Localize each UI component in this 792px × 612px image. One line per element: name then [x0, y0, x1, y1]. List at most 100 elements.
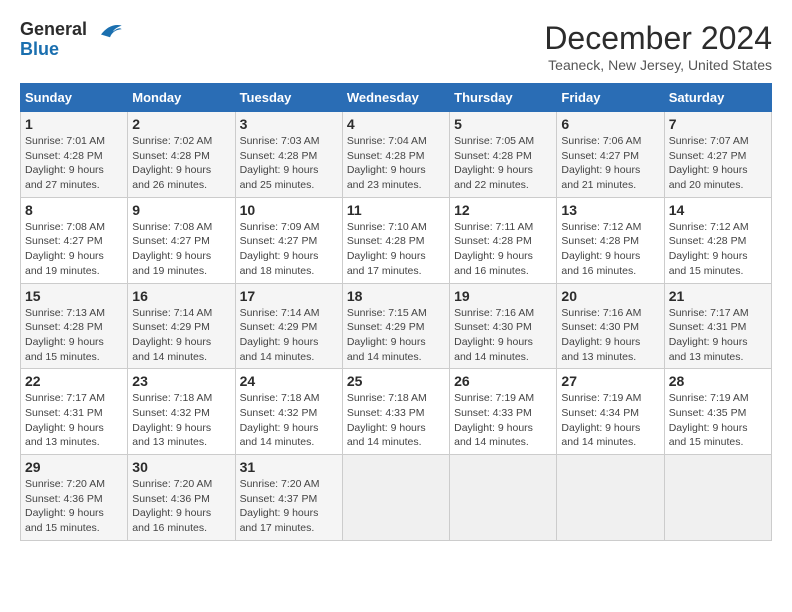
day-cell: [342, 455, 449, 541]
header-cell-saturday: Saturday: [664, 84, 771, 112]
day-number: 2: [132, 116, 230, 132]
logo: General Blue: [20, 20, 124, 60]
day-cell: 25Sunrise: 7:18 AM Sunset: 4:33 PM Dayli…: [342, 369, 449, 455]
day-cell: [557, 455, 664, 541]
month-title: December 2024: [544, 20, 772, 57]
day-cell: 2 Sunrise: 7:02 AM Sunset: 4:28 PM Daylig…: [128, 112, 235, 198]
week-row-4: 22Sunrise: 7:17 AM Sunset: 4:31 PM Dayli…: [21, 369, 772, 455]
day-info: Sunrise: 7:10 AM Sunset: 4:28 PM Dayligh…: [347, 220, 445, 279]
day-number: 28: [669, 373, 767, 389]
day-cell: 18 Sunrise: 7:15 AM Sunset: 4:29 PM Dayli…: [342, 283, 449, 369]
day-info: Sunrise: 7:12 AM Sunset: 4:28 PM Dayligh…: [561, 220, 659, 279]
day-cell: 29 Sunrise: 7:20 AM Sunset: 4:36 PM Dayli…: [21, 455, 128, 541]
day-number: 16: [132, 288, 230, 304]
day-number: 4: [347, 116, 445, 132]
day-cell: 20Sunrise: 7:16 AM Sunset: 4:30 PM Dayli…: [557, 283, 664, 369]
day-info: Sunrise: 7:19 AM Sunset: 4:33 PM Dayligh…: [454, 391, 552, 450]
day-info: Sunrise: 7:20 AM Sunset: 4:36 PM Dayligh…: [132, 477, 230, 536]
day-cell: 22Sunrise: 7:17 AM Sunset: 4:31 PM Dayli…: [21, 369, 128, 455]
day-number: 19: [454, 288, 552, 304]
day-cell: 11 Sunrise: 7:10 AM Sunset: 4:28 PM Dayli…: [342, 197, 449, 283]
day-cell: [664, 455, 771, 541]
day-number: 30: [132, 459, 230, 475]
week-row-2: 8 Sunrise: 7:08 AM Sunset: 4:27 PM Daylig…: [21, 197, 772, 283]
day-cell: 12Sunrise: 7:11 AM Sunset: 4:28 PM Dayli…: [450, 197, 557, 283]
day-info: Sunrise: 7:06 AM Sunset: 4:27 PM Dayligh…: [561, 134, 659, 193]
day-cell: 26Sunrise: 7:19 AM Sunset: 4:33 PM Dayli…: [450, 369, 557, 455]
calendar-table: SundayMondayTuesdayWednesdayThursdayFrid…: [20, 83, 772, 541]
day-info: Sunrise: 7:13 AM Sunset: 4:28 PM Dayligh…: [25, 306, 123, 365]
day-cell: 14Sunrise: 7:12 AM Sunset: 4:28 PM Dayli…: [664, 197, 771, 283]
day-info: Sunrise: 7:08 AM Sunset: 4:27 PM Dayligh…: [25, 220, 123, 279]
week-row-3: 15 Sunrise: 7:13 AM Sunset: 4:28 PM Dayli…: [21, 283, 772, 369]
day-cell: 6 Sunrise: 7:06 AM Sunset: 4:27 PM Daylig…: [557, 112, 664, 198]
day-info: Sunrise: 7:19 AM Sunset: 4:35 PM Dayligh…: [669, 391, 767, 450]
day-cell: 16Sunrise: 7:14 AM Sunset: 4:29 PM Dayli…: [128, 283, 235, 369]
day-info: Sunrise: 7:05 AM Sunset: 4:28 PM Dayligh…: [454, 134, 552, 193]
logo-text-general: General: [20, 19, 87, 39]
day-number: 29: [25, 459, 123, 475]
header-cell-monday: Monday: [128, 84, 235, 112]
day-info: Sunrise: 7:19 AM Sunset: 4:34 PM Dayligh…: [561, 391, 659, 450]
day-cell: 17Sunrise: 7:14 AM Sunset: 4:29 PM Dayli…: [235, 283, 342, 369]
day-cell: 10Sunrise: 7:09 AM Sunset: 4:27 PM Dayli…: [235, 197, 342, 283]
day-info: Sunrise: 7:16 AM Sunset: 4:30 PM Dayligh…: [454, 306, 552, 365]
title-area: December 2024 Teaneck, New Jersey, Unite…: [544, 20, 772, 73]
header-row: SundayMondayTuesdayWednesdayThursdayFrid…: [21, 84, 772, 112]
day-info: Sunrise: 7:07 AM Sunset: 4:27 PM Dayligh…: [669, 134, 767, 193]
day-number: 15: [25, 288, 123, 304]
day-cell: 24Sunrise: 7:18 AM Sunset: 4:32 PM Dayli…: [235, 369, 342, 455]
day-info: Sunrise: 7:01 AM Sunset: 4:28 PM Dayligh…: [25, 134, 123, 193]
day-info: Sunrise: 7:09 AM Sunset: 4:27 PM Dayligh…: [240, 220, 338, 279]
day-cell: 4 Sunrise: 7:04 AM Sunset: 4:28 PM Daylig…: [342, 112, 449, 198]
logo-bird-icon: [96, 21, 124, 39]
day-cell: 28 Sunrise: 7:19 AM Sunset: 4:35 PM Dayli…: [664, 369, 771, 455]
week-row-1: 1 Sunrise: 7:01 AM Sunset: 4:28 PM Daylig…: [21, 112, 772, 198]
day-number: 9: [132, 202, 230, 218]
day-number: 23: [132, 373, 230, 389]
day-number: 25: [347, 373, 445, 389]
day-number: 11: [347, 202, 445, 218]
day-info: Sunrise: 7:02 AM Sunset: 4:28 PM Dayligh…: [132, 134, 230, 193]
day-info: Sunrise: 7:17 AM Sunset: 4:31 PM Dayligh…: [669, 306, 767, 365]
header-cell-friday: Friday: [557, 84, 664, 112]
day-cell: 9 Sunrise: 7:08 AM Sunset: 4:27 PM Daylig…: [128, 197, 235, 283]
day-number: 1: [25, 116, 123, 132]
day-info: Sunrise: 7:08 AM Sunset: 4:27 PM Dayligh…: [132, 220, 230, 279]
header-cell-tuesday: Tuesday: [235, 84, 342, 112]
day-number: 18: [347, 288, 445, 304]
day-cell: 23 Sunrise: 7:18 AM Sunset: 4:32 PM Dayli…: [128, 369, 235, 455]
day-number: 31: [240, 459, 338, 475]
day-number: 8: [25, 202, 123, 218]
day-cell: 21 Sunrise: 7:17 AM Sunset: 4:31 PM Dayli…: [664, 283, 771, 369]
header: General Blue December 2024 Teaneck, New …: [20, 20, 772, 73]
day-cell: 1 Sunrise: 7:01 AM Sunset: 4:28 PM Daylig…: [21, 112, 128, 198]
day-number: 3: [240, 116, 338, 132]
week-row-5: 29 Sunrise: 7:20 AM Sunset: 4:36 PM Dayli…: [21, 455, 772, 541]
day-info: Sunrise: 7:18 AM Sunset: 4:32 PM Dayligh…: [132, 391, 230, 450]
day-info: Sunrise: 7:17 AM Sunset: 4:31 PM Dayligh…: [25, 391, 123, 450]
day-info: Sunrise: 7:20 AM Sunset: 4:36 PM Dayligh…: [25, 477, 123, 536]
day-info: Sunrise: 7:11 AM Sunset: 4:28 PM Dayligh…: [454, 220, 552, 279]
day-info: Sunrise: 7:14 AM Sunset: 4:29 PM Dayligh…: [240, 306, 338, 365]
day-cell: 8 Sunrise: 7:08 AM Sunset: 4:27 PM Daylig…: [21, 197, 128, 283]
header-cell-sunday: Sunday: [21, 84, 128, 112]
day-number: 5: [454, 116, 552, 132]
day-cell: 19 Sunrise: 7:16 AM Sunset: 4:30 PM Dayli…: [450, 283, 557, 369]
day-number: 21: [669, 288, 767, 304]
day-number: 6: [561, 116, 659, 132]
day-cell: 13 Sunrise: 7:12 AM Sunset: 4:28 PM Dayli…: [557, 197, 664, 283]
day-cell: 15 Sunrise: 7:13 AM Sunset: 4:28 PM Dayli…: [21, 283, 128, 369]
day-number: 24: [240, 373, 338, 389]
day-info: Sunrise: 7:04 AM Sunset: 4:28 PM Dayligh…: [347, 134, 445, 193]
day-cell: 27Sunrise: 7:19 AM Sunset: 4:34 PM Dayli…: [557, 369, 664, 455]
day-info: Sunrise: 7:15 AM Sunset: 4:29 PM Dayligh…: [347, 306, 445, 365]
day-cell: 5 Sunrise: 7:05 AM Sunset: 4:28 PM Daylig…: [450, 112, 557, 198]
day-info: Sunrise: 7:12 AM Sunset: 4:28 PM Dayligh…: [669, 220, 767, 279]
day-cell: 30 Sunrise: 7:20 AM Sunset: 4:36 PM Dayli…: [128, 455, 235, 541]
day-cell: 7Sunrise: 7:07 AM Sunset: 4:27 PM Daylig…: [664, 112, 771, 198]
logo-text-blue: Blue: [20, 40, 124, 60]
day-cell: [450, 455, 557, 541]
day-number: 13: [561, 202, 659, 218]
location-title: Teaneck, New Jersey, United States: [544, 57, 772, 73]
